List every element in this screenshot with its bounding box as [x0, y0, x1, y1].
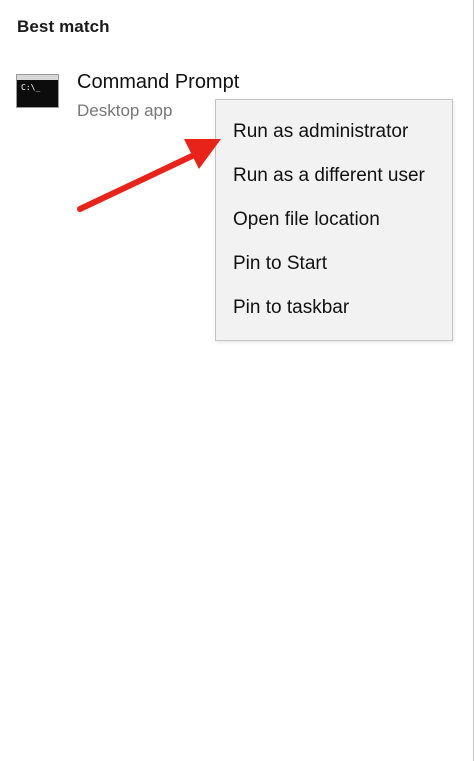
menu-item-pin-to-taskbar[interactable]: Pin to taskbar [216, 286, 452, 330]
menu-item-run-as-different-user[interactable]: Run as a different user [216, 154, 452, 198]
icon-titlebar [17, 75, 58, 80]
menu-item-pin-to-start[interactable]: Pin to Start [216, 242, 452, 286]
context-menu: Run as administrator Run as a different … [215, 99, 453, 341]
app-name: Command Prompt [77, 71, 240, 93]
app-type: Desktop app [77, 101, 173, 120]
best-match-heading: Best match [17, 17, 110, 36]
arrow-shaft [77, 153, 195, 212]
icon-prompt-text: C:\_ [21, 83, 41, 92]
command-prompt-icon: C:\_ [16, 74, 59, 108]
menu-item-open-file-location[interactable]: Open file location [216, 198, 452, 242]
menu-item-run-as-administrator[interactable]: Run as administrator [216, 110, 452, 154]
